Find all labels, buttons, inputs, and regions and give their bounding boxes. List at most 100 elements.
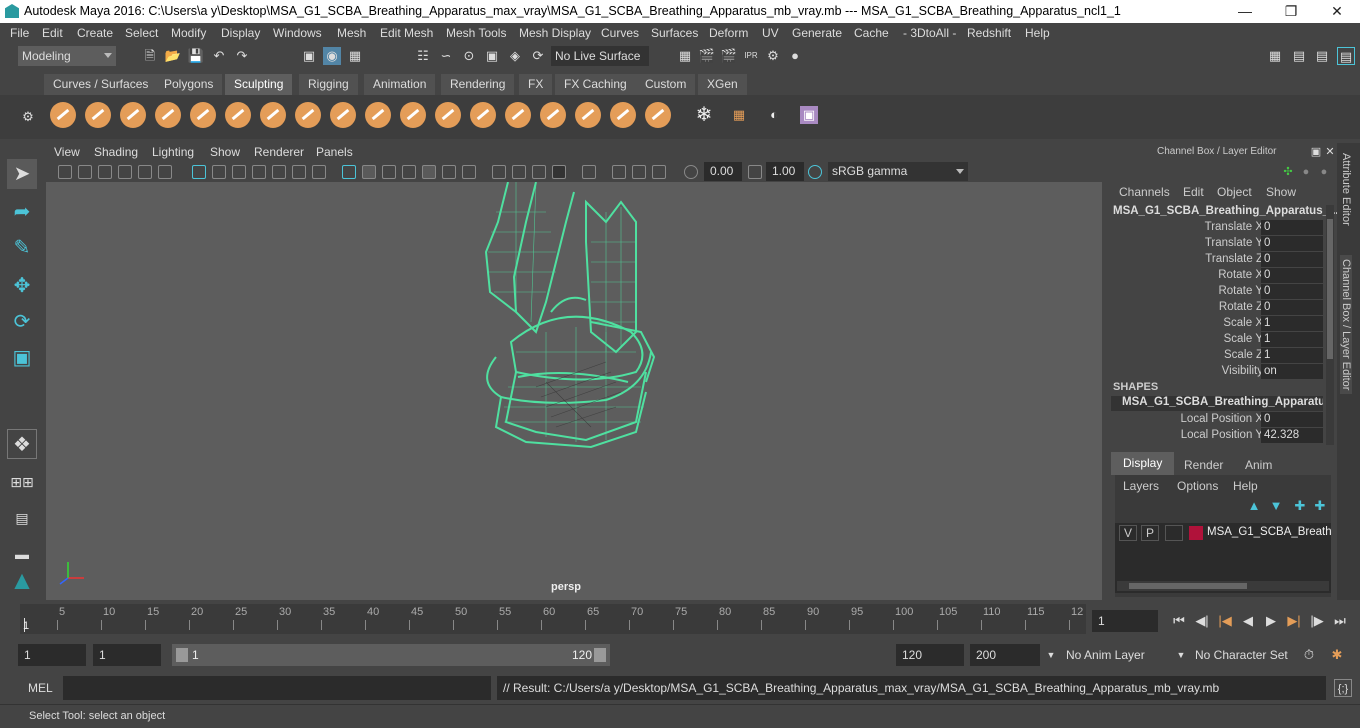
render-frame-icon[interactable]: 🎬 — [698, 47, 716, 65]
play-backward-icon[interactable]: ◀ — [1239, 612, 1257, 630]
sculpt-settings-icon[interactable]: ▦ — [730, 106, 748, 124]
fill-tool-icon[interactable] — [470, 102, 496, 128]
single-perspective-layout-icon[interactable]: ❖ — [7, 429, 37, 459]
layer-visibility-toggle[interactable]: V — [1119, 525, 1137, 541]
mesh-layers-icon[interactable]: ▣ — [800, 106, 818, 124]
outliner-layout-icon[interactable]: ▤ — [7, 503, 37, 533]
render-sequence-icon[interactable]: 🎬 — [720, 47, 738, 65]
step-back-frame-icon[interactable]: |◀ — [1216, 612, 1234, 630]
menu-deform[interactable]: Deform — [709, 26, 748, 40]
select-tool-icon[interactable]: ➤ — [7, 159, 37, 189]
camera-select-icon[interactable] — [58, 165, 72, 179]
tab-custom[interactable]: Custom — [636, 74, 696, 95]
repeat-tool-icon[interactable] — [330, 102, 356, 128]
anim-layer-dropdown[interactable]: No Anim Layer — [1062, 644, 1162, 666]
mode-dropdown[interactable]: Modeling — [18, 46, 116, 66]
menu-surfaces[interactable]: Surfaces — [651, 26, 698, 40]
new-layer-selected-icon[interactable]: ✚ — [1311, 497, 1329, 515]
menu-redshift[interactable]: Redshift — [967, 26, 1011, 40]
layer-menu-help[interactable]: Help — [1233, 479, 1258, 493]
tab-rigging[interactable]: Rigging — [299, 74, 358, 95]
character-set-dropdown[interactable]: No Character Set — [1191, 644, 1295, 666]
move-layer-down-icon[interactable]: ▼ — [1267, 497, 1285, 515]
grid-toggle-icon[interactable] — [192, 165, 206, 179]
hypershade-icon[interactable]: ● — [786, 47, 804, 65]
minimize-button[interactable]: — — [1222, 0, 1268, 23]
paint-select-tool-icon[interactable]: ✎ — [7, 233, 37, 263]
char-set-chevron-icon[interactable]: ▼ — [1172, 646, 1190, 664]
playback-end-field[interactable]: 120 — [896, 644, 964, 666]
scrape-tool-icon[interactable] — [435, 102, 461, 128]
flatten-tool-icon[interactable] — [225, 102, 251, 128]
smear-tool-icon[interactable] — [540, 102, 566, 128]
menu-mesh[interactable]: Mesh — [337, 26, 366, 40]
snap-surface-icon[interactable]: ◈ — [506, 47, 524, 65]
gamma-field[interactable]: 1.00 — [766, 162, 804, 181]
resolution-gate-icon[interactable] — [232, 165, 246, 179]
live-surface-field[interactable]: No Live Surface — [551, 46, 649, 66]
command-input[interactable] — [63, 676, 491, 700]
attr-value-translate-x[interactable]: 0 — [1261, 220, 1323, 235]
menu-help[interactable]: Help — [1025, 26, 1050, 40]
select-object-icon[interactable]: ◉ — [323, 47, 341, 65]
four-view-layout-icon[interactable]: ⊞⊞ — [7, 467, 37, 497]
select-component-icon[interactable]: ▦ — [346, 47, 364, 65]
default-material-icon[interactable] — [382, 165, 396, 179]
lasso-tool-icon[interactable]: ➦ — [7, 197, 37, 227]
shape-attr-value-local-x[interactable]: 0 — [1261, 412, 1323, 427]
colorspace-dropdown[interactable]: sRGB gamma — [828, 162, 968, 181]
attr-value-rotate-x[interactable]: 0 — [1261, 268, 1323, 283]
isolate-select-icon[interactable] — [582, 165, 596, 179]
exposure-icon[interactable] — [684, 165, 698, 179]
relax-tool-icon[interactable] — [120, 102, 146, 128]
layer-menu-options[interactable]: Options — [1177, 479, 1218, 493]
attr-value-scale-z[interactable]: 1 — [1261, 348, 1323, 363]
xray-joints-icon[interactable] — [612, 165, 626, 179]
scale-tool-icon[interactable]: ▣ — [7, 343, 37, 373]
undo-icon[interactable]: ↶ — [210, 47, 228, 65]
attr-value-rotate-z[interactable]: 0 — [1261, 300, 1323, 315]
wax-tool-icon[interactable] — [400, 102, 426, 128]
go-to-start-icon[interactable]: ⏮ — [1170, 612, 1188, 630]
menu-mesh-display[interactable]: Mesh Display — [519, 26, 591, 40]
foamy-tool-icon[interactable] — [260, 102, 286, 128]
playback-start-field[interactable]: 1 — [93, 644, 161, 666]
side-tab-attribute-editor[interactable]: Attribute Editor — [1340, 153, 1352, 226]
panel-menu-lighting[interactable]: Lighting — [152, 145, 194, 159]
exposure-field[interactable]: 0.00 — [704, 162, 742, 181]
cb-object-name[interactable]: MSA_G1_SCBA_Breathing_Apparatus_... — [1113, 205, 1339, 217]
tab-anim[interactable]: Anim — [1245, 458, 1272, 472]
layer-row[interactable]: V P MSA_G1_SCBA_Breathing — [1119, 525, 1331, 543]
snap-live-icon[interactable]: ⟳ — [529, 47, 547, 65]
menu-uv[interactable]: UV — [762, 26, 779, 40]
brush-stamp-icon[interactable]: ◐ — [765, 106, 783, 124]
channel-options-icon[interactable]: ✣ — [1279, 163, 1297, 181]
menu-display[interactable]: Display — [221, 26, 260, 40]
attr-value-rotate-y[interactable]: 0 — [1261, 284, 1323, 299]
channel-lock-icon[interactable]: ● — [1315, 163, 1333, 181]
spray-tool-icon[interactable] — [295, 102, 321, 128]
camera-attributes-icon[interactable] — [78, 165, 92, 179]
panel-menu-shading[interactable]: Shading — [94, 145, 138, 159]
channel-box-toggle-icon[interactable]: ▤ — [1337, 47, 1355, 65]
tab-render[interactable]: Render — [1184, 458, 1223, 472]
cb-shape-name[interactable]: MSA_G1_SCBA_Breathing_Apparatu... — [1111, 396, 1323, 411]
menu-cache[interactable]: Cache — [854, 26, 889, 40]
anim-end-field[interactable]: 200 — [970, 644, 1040, 666]
menu-windows[interactable]: Windows — [273, 26, 322, 40]
menu-create[interactable]: Create — [77, 26, 113, 40]
history-icon[interactable]: ▦ — [676, 47, 694, 65]
amplify-tool-icon[interactable] — [610, 102, 636, 128]
tab-display[interactable]: Display — [1111, 452, 1175, 475]
smooth-shade-icon[interactable] — [362, 165, 376, 179]
layer-playback-toggle[interactable]: P — [1141, 525, 1159, 541]
attr-value-translate-z[interactable]: 0 — [1261, 252, 1323, 267]
shelf-gear-icon[interactable]: ⚙ — [19, 108, 37, 126]
menu-file[interactable]: File — [10, 26, 29, 40]
ambient-occlusion-icon[interactable] — [492, 165, 506, 179]
render-settings-icon[interactable]: ⚙ — [764, 47, 782, 65]
perspective-viewport[interactable]: persp — [46, 182, 1102, 600]
go-to-end-icon[interactable]: ⏭ — [1331, 612, 1349, 630]
xray-icon[interactable] — [422, 165, 436, 179]
current-frame-field[interactable]: 1 — [1092, 610, 1158, 632]
